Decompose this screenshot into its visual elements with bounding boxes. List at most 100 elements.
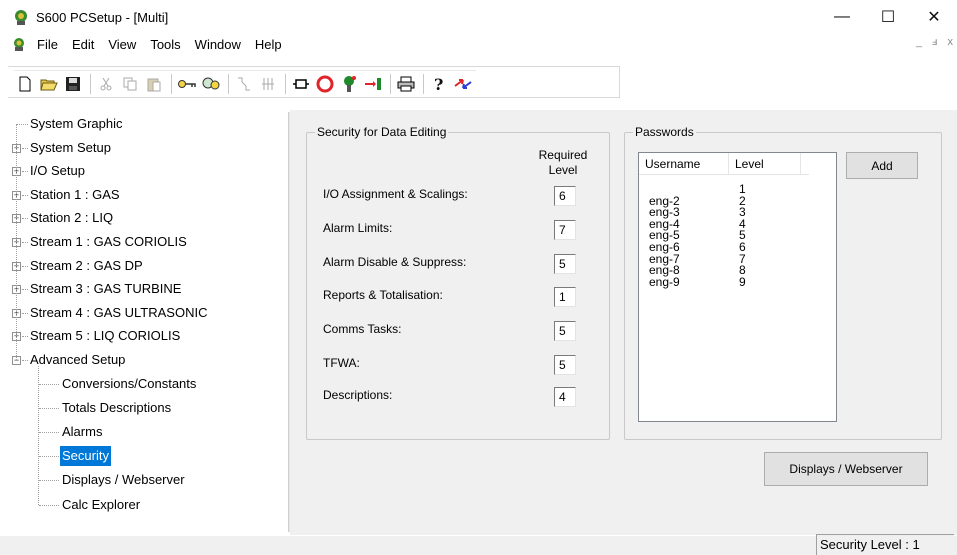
tree-item[interactable]: + Stream 1 : GAS CORIOLIS: [8, 232, 286, 252]
io-icon[interactable]: [257, 73, 279, 95]
security-groupbox: Security for Data Editing Required Level…: [306, 125, 610, 440]
toolbar-separator: [228, 73, 229, 94]
security-level-input[interactable]: 5: [554, 321, 576, 341]
tree-connector: [16, 124, 17, 360]
security-level-input[interactable]: 1: [554, 287, 576, 307]
status-bar: [0, 536, 957, 555]
tree-connector: [39, 480, 59, 482]
mdi-restore-button[interactable]: ⅎ: [932, 36, 937, 48]
tree-child-item[interactable]: Conversions/Constants: [8, 374, 286, 394]
tree-item-label: Stream 5 : LIQ CORIOLIS: [30, 328, 181, 344]
menu-tools[interactable]: Tools: [144, 37, 188, 52]
document-app-icon[interactable]: [11, 36, 27, 52]
tree-connector: [16, 124, 28, 125]
security-field-label: I/O Assignment & Scalings:: [323, 187, 468, 201]
tree-icon[interactable]: [338, 73, 360, 95]
save-icon[interactable]: [62, 73, 84, 95]
tree-item-label: Totals Descriptions: [62, 399, 172, 415]
tree-connector: [22, 242, 28, 243]
compare-icon[interactable]: [452, 73, 474, 95]
port-icon[interactable]: [290, 73, 312, 95]
menu-window[interactable]: Window: [189, 37, 249, 52]
tree-child-item[interactable]: Calc Explorer: [8, 495, 286, 515]
tree-connector: [39, 432, 59, 433]
security-field-label: Descriptions:: [323, 388, 393, 402]
tree-connector: [39, 456, 59, 458]
security-level-input[interactable]: 5: [554, 355, 576, 375]
title-bar: S600 PCSetup - [Multi] — ☐ ✕: [0, 0, 957, 34]
window-title: S600 PCSetup - [Multi]: [36, 9, 169, 25]
maximize-button[interactable]: ☐: [865, 0, 911, 34]
paste-icon[interactable]: [143, 73, 165, 95]
tree-connector: [39, 383, 59, 385]
tree-item[interactable]: + System Setup: [8, 138, 286, 158]
tree-item[interactable]: + Stream 2 : GAS DP: [8, 256, 286, 276]
open-icon[interactable]: [38, 73, 60, 95]
tree-connector: [39, 504, 59, 506]
menu-help[interactable]: Help: [249, 37, 290, 52]
tree-item-label: System Setup: [30, 139, 111, 155]
passwords-list[interactable]: Username Level 1 eng-2 2 eng-3 3 eng-4 4 eng-5 5…: [638, 152, 837, 422]
menu-view[interactable]: View: [102, 37, 144, 52]
tree-connector: [22, 336, 28, 338]
app-icon: [15, 10, 27, 25]
level-header-text: Level: [548, 163, 578, 177]
tree-connector: [22, 265, 28, 267]
new-icon[interactable]: [14, 73, 36, 95]
copy-icon[interactable]: [119, 73, 141, 95]
add-button[interactable]: Add: [846, 152, 918, 179]
cut-icon[interactable]: [95, 73, 117, 95]
displays-webserver-button[interactable]: Displays / Webserver: [764, 452, 928, 486]
column-level[interactable]: Level: [729, 153, 801, 174]
tree-connector: [22, 289, 28, 291]
toolbar-separator: [90, 73, 91, 94]
security-level-input[interactable]: 4: [554, 387, 576, 407]
menu-file[interactable]: File: [31, 37, 66, 52]
print-icon[interactable]: [395, 73, 417, 95]
tree-connector: [22, 218, 28, 220]
security-level-input[interactable]: 6: [554, 186, 576, 206]
menu-bar: File Edit View Tools Window Help _ ⅎ x: [0, 34, 957, 54]
key-icon[interactable]: [176, 73, 198, 95]
menu-edit[interactable]: Edit: [66, 37, 102, 52]
tree-child-item[interactable]: Alarms: [8, 422, 286, 442]
tree-item[interactable]: − Advanced Setup: [8, 350, 286, 370]
transfer-icon[interactable]: [362, 73, 384, 95]
tree-item-label: Station 1 : GAS: [30, 186, 120, 202]
stop-icon[interactable]: [314, 73, 336, 95]
security-field-label: Alarm Limits:: [323, 221, 393, 235]
tree-item-label: Alarms: [62, 424, 103, 439]
tree-item[interactable]: System Graphic: [8, 114, 286, 134]
tree-connector: [22, 194, 28, 196]
security-field-label: TFWA:: [323, 356, 360, 370]
svg-text:?: ?: [434, 75, 443, 93]
tree-child-item[interactable]: Totals Descriptions: [8, 398, 286, 418]
help-icon[interactable]: ?: [428, 73, 450, 95]
tree-item-label: Stream 1 : GAS CORIOLIS: [30, 234, 187, 249]
tree-child-item[interactable]: Displays / Webserver: [8, 470, 286, 490]
search-icon[interactable]: [200, 73, 222, 95]
tree-item[interactable]: + I/O Setup: [8, 161, 286, 181]
tree-item[interactable]: + Stream 5 : LIQ CORIOLIS: [8, 326, 286, 346]
close-button[interactable]: ✕: [911, 0, 957, 34]
tree-item-selected-label: Security: [60, 446, 111, 467]
tree-item[interactable]: + Station 2 : LIQ: [8, 208, 286, 228]
column-username[interactable]: Username: [639, 153, 729, 174]
connect-icon[interactable]: [233, 73, 255, 95]
tree-item[interactable]: + Stream 4 : GAS ULTRASONIC: [8, 303, 286, 323]
tree-item-label: System Graphic: [30, 116, 123, 131]
password-username-cell[interactable]: eng-9: [649, 276, 680, 288]
toolbar-separator: [171, 73, 172, 94]
password-level-cell: 9: [739, 274, 746, 289]
tree-item[interactable]: + Stream 3 : GAS TURBINE: [8, 279, 286, 299]
security-level-input[interactable]: 5: [554, 254, 576, 274]
tree-connector: [39, 407, 59, 409]
passwords-list-header: Username Level: [639, 153, 809, 175]
required-level-header: Required Level: [533, 148, 593, 178]
tree-item[interactable]: + Station 1 : GAS: [8, 185, 286, 205]
security-level-input[interactable]: 7: [554, 220, 576, 240]
minimize-button[interactable]: —: [819, 0, 865, 34]
mdi-close-button[interactable]: x: [948, 36, 954, 48]
tree-child-item[interactable]: Security: [8, 446, 286, 467]
mdi-minimize-button[interactable]: _: [916, 36, 922, 48]
